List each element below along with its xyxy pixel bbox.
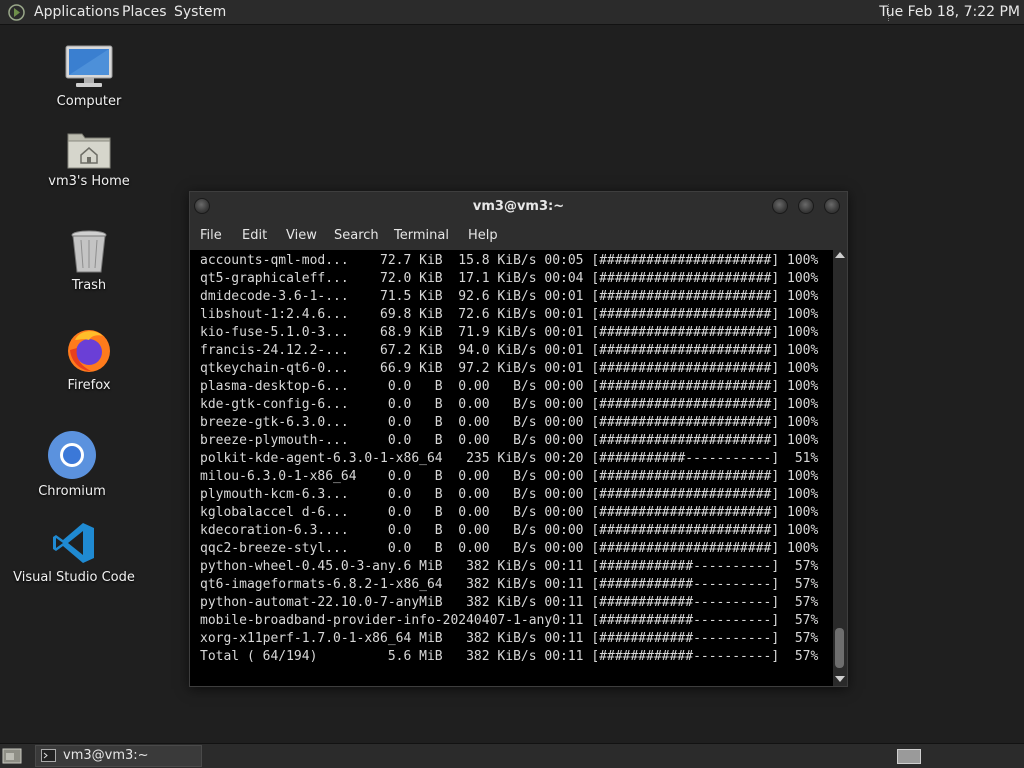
terminal-line: breeze-plymouth-... 0.0 B 0.00 B/s 00:00… <box>200 433 819 448</box>
scroll-down-arrow-icon[interactable] <box>835 676 845 682</box>
menu-terminal[interactable]: Terminal <box>394 222 449 250</box>
terminal-line: qt5-graphicaleff... 72.0 KiB 17.1 KiB/s … <box>200 271 819 286</box>
window-titlebar[interactable]: vm3@vm3:~ <box>190 192 847 222</box>
menu-help[interactable]: Help <box>468 222 498 250</box>
desktop-icon-firefox[interactable]: Firefox <box>48 326 130 393</box>
terminal-line: qt6-imageformats-6.8.2-1-x86_64 382 KiB/… <box>200 577 819 592</box>
desktop-icon-home[interactable]: vm3's Home <box>48 128 130 189</box>
desktop-icon-label: Trash <box>71 278 107 293</box>
terminal-menubar: File Edit View Search Terminal Help <box>190 222 847 250</box>
taskbar-button-terminal[interactable]: vm3@vm3:~ <box>35 745 202 767</box>
desktop-icon-label: Firefox <box>67 378 111 393</box>
terminal-line: accounts-qml-mod... 72.7 KiB 15.8 KiB/s … <box>200 253 819 268</box>
computer-icon <box>65 45 113 87</box>
desktop-icon-vscode[interactable]: Visual Studio Code <box>12 520 136 585</box>
terminal-line: plymouth-kcm-6.3... 0.0 B 0.00 B/s 00:00… <box>200 487 819 502</box>
chromium-icon <box>48 431 96 479</box>
terminal-line: breeze-gtk-6.3.0... 0.0 B 0.00 B/s 00:00… <box>200 415 819 430</box>
terminal-line: kglobalaccel d-6... 0.0 B 0.00 B/s 00:00… <box>200 505 819 520</box>
home-folder-icon <box>67 133 111 169</box>
minimize-button[interactable] <box>772 198 788 214</box>
terminal-line: kdecoration-6.3.... 0.0 B 0.00 B/s 00:00… <box>200 523 819 538</box>
terminal-line: libshout-1:2.4.6... 69.8 KiB 72.6 KiB/s … <box>200 307 819 322</box>
terminal-line: francis-24.12.2-... 67.2 KiB 94.0 KiB/s … <box>200 343 819 358</box>
terminal-line: kio-fuse-5.1.0-3... 68.9 KiB 71.9 KiB/s … <box>200 325 819 340</box>
desktop-icon-label: vm3's Home <box>48 174 130 189</box>
terminal-line: qqc2-breeze-styl... 0.0 B 0.00 B/s 00:00… <box>200 541 819 556</box>
gnome-foot-icon[interactable] <box>8 4 25 21</box>
menu-view[interactable]: View <box>286 222 317 250</box>
desktop-icon-computer[interactable]: Computer <box>48 44 130 109</box>
scroll-thumb[interactable] <box>835 628 844 668</box>
terminal-window[interactable]: vm3@vm3:~ File Edit View Search Terminal… <box>189 191 848 687</box>
terminal-line: xorg-x11perf-1.7.0-1-x86_64 MiB 382 KiB/… <box>200 631 819 646</box>
terminal-line: dmidecode-3.6-1-... 71.5 KiB 92.6 KiB/s … <box>200 289 819 304</box>
terminal-line: mobile-broadband-provider-info-20240407-… <box>200 613 819 628</box>
terminal-lines: accounts-qml-mod... 72.7 KiB 15.8 KiB/s … <box>200 252 818 666</box>
menu-file[interactable]: File <box>200 222 222 250</box>
maximize-button[interactable] <box>798 198 814 214</box>
top-panel: Applications Places System Tue Feb 18, 7… <box>0 0 1024 25</box>
window-title: vm3@vm3:~ <box>472 199 565 214</box>
vscode-icon <box>53 523 94 563</box>
terminal-line: Total ( 64/194) 5.6 MiB 382 KiB/s 00:11 … <box>200 649 819 664</box>
terminal-line: milou-6.3.0-1-x86_64 0.0 B 0.00 B/s 00:0… <box>200 469 819 484</box>
firefox-icon <box>68 330 110 372</box>
clock[interactable]: Tue Feb 18, 7:22 PM <box>879 0 1020 25</box>
close-button[interactable] <box>824 198 840 214</box>
bottom-panel: vm3@vm3:~ <box>0 743 1024 768</box>
terminal-line: qtkeychain-qt6-0... 66.9 KiB 97.2 KiB/s … <box>200 361 819 376</box>
terminal-line: polkit-kde-agent-6.3.0-1-x86_64 235 KiB/… <box>200 451 819 466</box>
terminal-scrollbar[interactable] <box>833 250 847 686</box>
places-menu[interactable]: Places <box>122 0 167 25</box>
show-desktop-icon[interactable] <box>2 747 22 765</box>
terminal-output[interactable]: accounts-qml-mod... 72.7 KiB 15.8 KiB/s … <box>190 250 833 686</box>
taskbar-label: vm3@vm3:~ <box>63 748 149 763</box>
terminal-icon <box>41 749 56 762</box>
applications-menu[interactable]: Applications <box>34 0 120 25</box>
desktop-icon-label: Chromium <box>38 484 106 499</box>
workspace-switcher[interactable] <box>897 749 921 764</box>
scroll-up-arrow-icon[interactable] <box>835 252 845 258</box>
terminal-line: kde-gtk-config-6... 0.0 B 0.00 B/s 00:00… <box>200 397 819 412</box>
desktop-icon-chromium[interactable]: Chromium <box>30 430 114 499</box>
terminal-line: python-wheel-0.45.0-3-any.6 MiB 382 KiB/… <box>200 559 819 574</box>
menu-search[interactable]: Search <box>334 222 379 250</box>
trash-icon <box>71 230 107 273</box>
system-menu[interactable]: System <box>174 0 226 25</box>
menu-edit[interactable]: Edit <box>242 222 267 250</box>
desktop-icon-label: Visual Studio Code <box>13 570 135 585</box>
desktop-icon-label: Computer <box>56 94 122 109</box>
terminal-line: python-automat-22.10.0-7-anyMiB 382 KiB/… <box>200 595 819 610</box>
desktop-icon-trash[interactable]: Trash <box>48 228 130 293</box>
terminal-line: plasma-desktop-6... 0.0 B 0.00 B/s 00:00… <box>200 379 819 394</box>
